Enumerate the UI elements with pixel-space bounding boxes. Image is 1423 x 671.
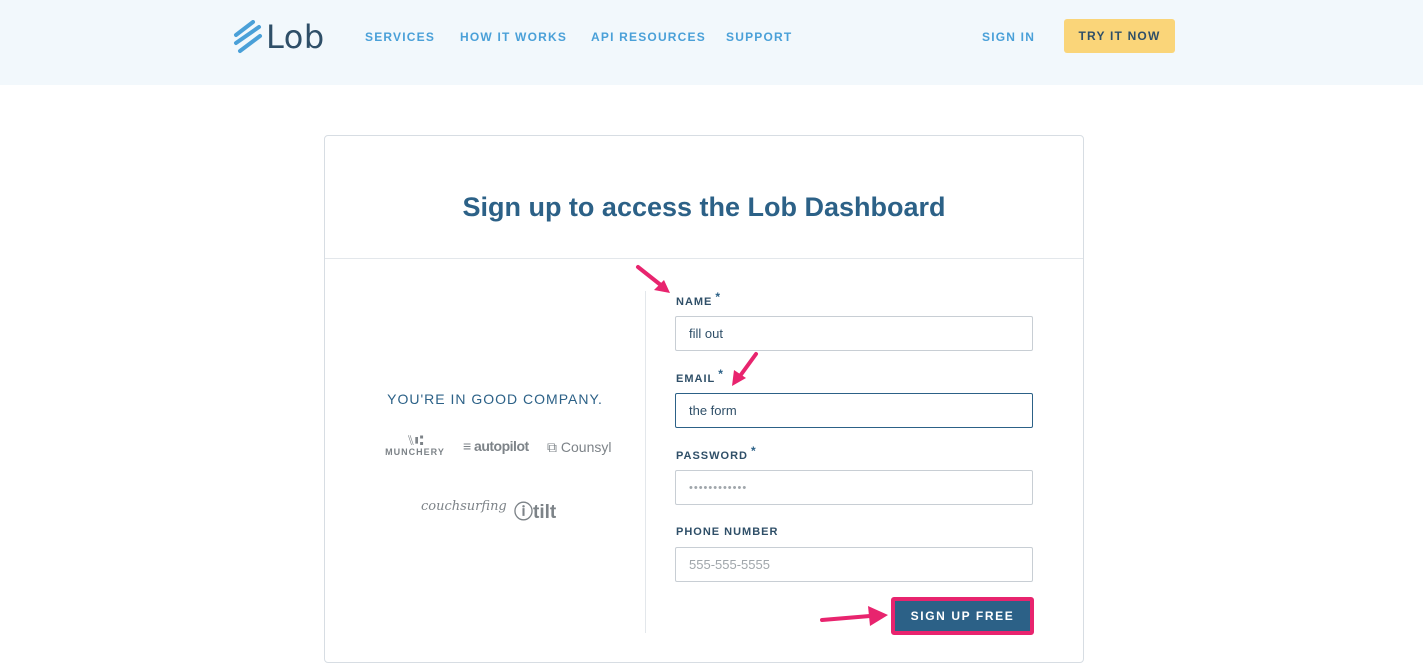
password-field[interactable]	[675, 470, 1033, 505]
autopilot-logo: ≡ autopilot	[463, 438, 529, 454]
phone-label: PHONE NUMBER	[676, 526, 779, 538]
phone-field[interactable]	[675, 547, 1033, 582]
munchery-logo: ⑊⑆ MUNCHERY	[383, 433, 447, 457]
top-navigation-bar: Lob SERVICES HOW IT WORKS API RESOURCES …	[0, 0, 1423, 85]
fork-knife-icon: ⑊⑆	[406, 432, 424, 448]
signup-card: Sign up to access the Lob Dashboard YOU'…	[324, 135, 1084, 663]
name-label: NAME *	[676, 290, 721, 308]
lob-logo-icon	[234, 20, 262, 53]
nav-how-it-works[interactable]: HOW IT WORKS	[460, 30, 567, 44]
munchery-text: MUNCHERY	[385, 447, 445, 457]
name-label-text: NAME	[676, 296, 713, 308]
good-company-heading: YOU'RE IN GOOD COMPANY.	[387, 391, 603, 407]
lob-logo[interactable]: Lob	[233, 18, 325, 56]
email-label: EMAIL *	[676, 367, 724, 385]
couchsurfing-logo: couchsurfing	[421, 499, 507, 514]
email-label-text: EMAIL	[676, 373, 716, 385]
counsyl-logo: ⧉ Counsyl	[547, 439, 612, 455]
column-divider	[645, 291, 646, 633]
name-field[interactable]	[675, 316, 1033, 351]
page-title: Sign up to access the Lob Dashboard	[462, 192, 946, 222]
tilt-logo: ⓘtilt	[514, 502, 557, 523]
logo-text: Lob	[266, 18, 325, 56]
email-field[interactable]	[675, 393, 1033, 428]
password-label-text: PASSWORD	[676, 450, 748, 462]
nav-services[interactable]: SERVICES	[365, 30, 435, 44]
card-divider	[325, 258, 1083, 259]
nav-api-resources[interactable]: API RESOURCES	[591, 30, 706, 44]
password-label: PASSWORD *	[676, 444, 757, 462]
required-mark: *	[750, 444, 757, 458]
required-mark: *	[718, 367, 724, 381]
required-mark: *	[715, 290, 722, 304]
nav-support[interactable]: SUPPORT	[726, 30, 792, 44]
sign-up-free-button[interactable]: SIGN UP FREE	[895, 601, 1030, 631]
sign-in-link[interactable]: SIGN IN	[982, 30, 1035, 44]
signup-button-highlight: SIGN UP FREE	[891, 597, 1034, 635]
try-it-now-button[interactable]: TRY IT NOW	[1064, 19, 1175, 53]
